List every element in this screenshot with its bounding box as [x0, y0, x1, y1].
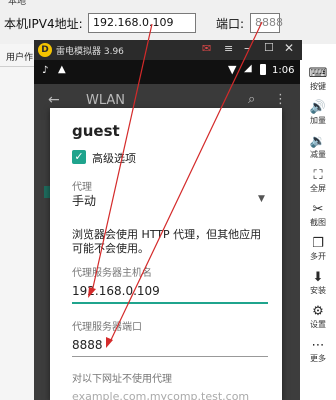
annotation-arrow-port	[109, 21, 263, 343]
annotation-arrow-ipv4	[91, 23, 153, 293]
annotation-arrows	[88, 21, 263, 348]
annotation-arrowhead-ipv4	[88, 287, 96, 298]
